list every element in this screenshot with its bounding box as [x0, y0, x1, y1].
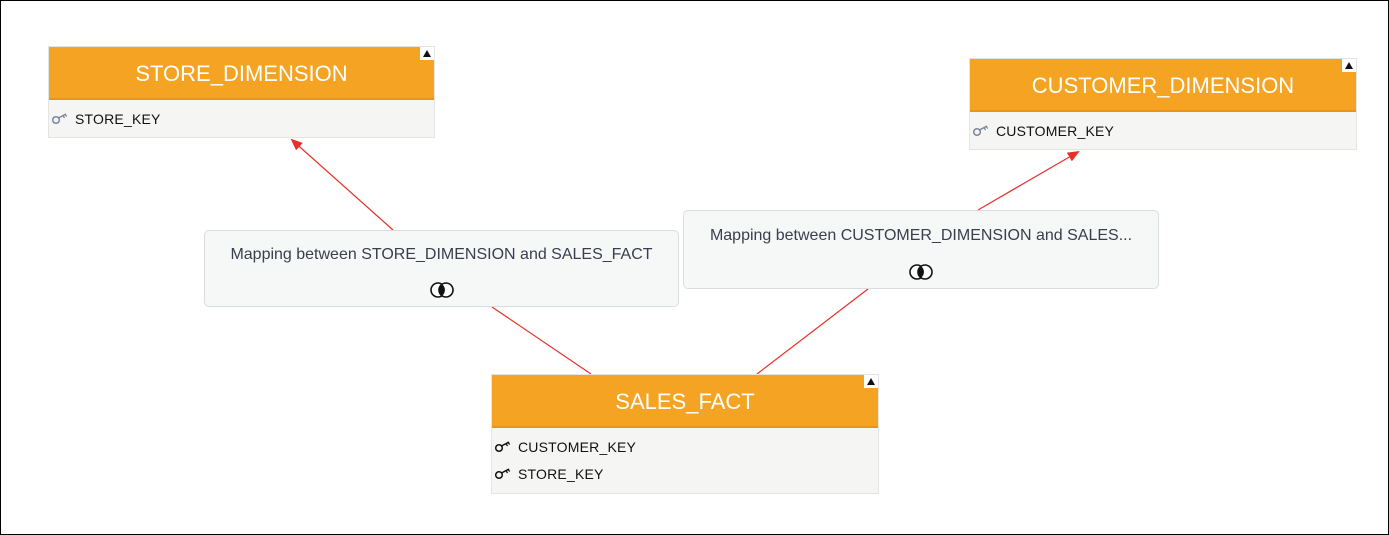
inner-join-icon[interactable] [908, 264, 934, 280]
mapping-label: Mapping between CUSTOMER_DIMENSION and S… [709, 227, 1133, 244]
inner-join-icon[interactable] [429, 282, 455, 298]
key-icon [494, 467, 514, 480]
diagram-canvas: STORE_DIMENSION STORE_KEY CUSTOMER_DIMEN… [0, 0, 1389, 535]
entity-header: SALES_FACT [492, 375, 878, 428]
connector-sales-fact-to-customer-mapping [756, 288, 869, 375]
attribute-name: CUSTOMER_KEY [996, 122, 1115, 139]
collapse-toggle-icon[interactable] [864, 375, 878, 388]
entity-store-dimension[interactable]: STORE_DIMENSION STORE_KEY [48, 46, 435, 138]
entity-title: CUSTOMER_DIMENSION [1031, 73, 1295, 98]
attribute-row[interactable]: STORE_KEY [492, 460, 878, 487]
entity-customer-dimension[interactable]: CUSTOMER_DIMENSION CUSTOMER_KEY [969, 58, 1357, 150]
attribute-row[interactable]: STORE_KEY [49, 105, 434, 132]
attribute-name: STORE_KEY [75, 110, 161, 127]
mapping-label: Mapping between STORE_DIMENSION and SALE… [230, 246, 653, 263]
entity-title: STORE_DIMENSION [135, 61, 348, 86]
connector-customer-mapping-to-customer-dimension [977, 150, 1080, 211]
attribute-row[interactable]: CUSTOMER_KEY [970, 117, 1356, 144]
connector-sales-fact-to-store-mapping [491, 306, 592, 375]
connector-store-mapping-to-store-dimension [290, 138, 394, 231]
attribute-row[interactable]: CUSTOMER_KEY [492, 433, 878, 460]
key-icon [494, 440, 514, 453]
attribute-name: CUSTOMER_KEY [518, 438, 637, 455]
key-icon [972, 124, 992, 137]
attribute-name: STORE_KEY [518, 465, 604, 482]
collapse-toggle-icon[interactable] [420, 47, 434, 60]
entity-header: STORE_DIMENSION [49, 47, 434, 100]
entity-header: CUSTOMER_DIMENSION [970, 59, 1356, 112]
entity-title: SALES_FACT [615, 389, 755, 414]
collapse-toggle-icon[interactable] [1342, 59, 1356, 72]
entity-sales-fact[interactable]: SALES_FACT CUSTOMER_KEY STORE_KEY [491, 374, 879, 494]
mapping-card-customer-sales[interactable]: Mapping between CUSTOMER_DIMENSION and S… [683, 210, 1159, 289]
key-icon [51, 112, 71, 125]
mapping-card-store-sales[interactable]: Mapping between STORE_DIMENSION and SALE… [204, 230, 679, 307]
